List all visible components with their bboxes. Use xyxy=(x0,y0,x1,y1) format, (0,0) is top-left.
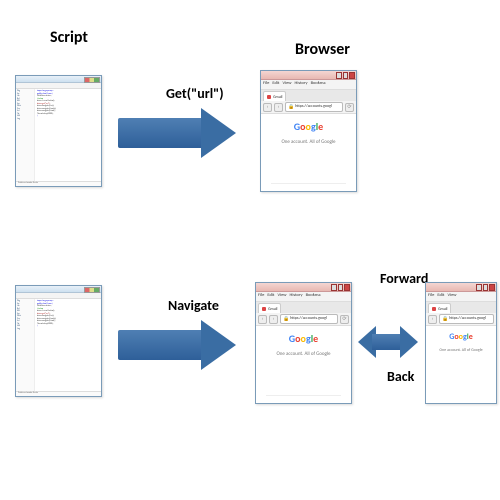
code-area-top: import org.openqa...public class Demo { … xyxy=(35,89,101,181)
browser-menubar: File Edit View History Bookma xyxy=(261,80,356,90)
lock-icon: 🔒 xyxy=(288,103,294,111)
url-bar: 🔒https://accounts.googl xyxy=(285,102,343,112)
label-navigate: Navigate xyxy=(168,297,219,314)
arrow-forward-back xyxy=(358,322,418,362)
browser-top: File Edit View History Bookma Gmail ‹ › … xyxy=(260,70,357,192)
script-editor-top: PkgSrcLibRefJRESysWebDrvSelTstUtilLog im… xyxy=(15,75,102,187)
label-forward: Forward xyxy=(380,270,428,287)
back-icon: ‹ xyxy=(263,103,272,112)
browser-bottom-left: File Edit View History Bookma Gmail ‹› 🔒… xyxy=(255,282,352,404)
status-bar: Problems Javadoc Declar xyxy=(16,181,101,187)
project-tree: PkgSrcLibRefJRESysWebDrvSelTstUtilLog xyxy=(16,89,35,181)
google-logo: Google xyxy=(261,120,356,133)
browser-bottom-right: File Edit View Gmail ‹ 🔒https://accounts… xyxy=(425,282,497,404)
script-editor-bottom: PkgSrcLibRefJRESysWebDrvSelTstUtilLog im… xyxy=(15,285,102,397)
window-buttons xyxy=(84,77,100,83)
code-area-bottom: import org.openqa...public class Demo { … xyxy=(35,299,101,391)
label-back: Back xyxy=(387,368,414,385)
forward-icon: › xyxy=(274,103,283,112)
arrow-get xyxy=(118,108,238,158)
heading-script: Script xyxy=(50,28,88,47)
tagline: One account. All of Google xyxy=(261,139,356,145)
label-get: Get("url") xyxy=(166,85,224,102)
heading-browser: Browser xyxy=(295,40,350,59)
project-tree-b: PkgSrcLibRefJRESysWebDrvSelTstUtilLog xyxy=(16,299,35,391)
arrow-navigate xyxy=(118,320,238,370)
browser-tab: Gmail xyxy=(263,91,286,101)
reload-icon: ⟳ xyxy=(345,103,354,112)
